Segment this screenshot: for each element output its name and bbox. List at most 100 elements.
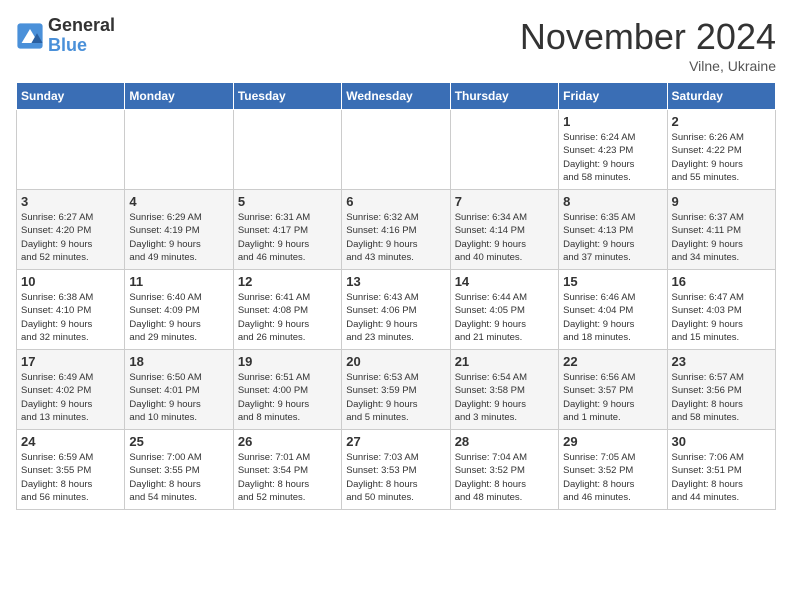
day-number: 11 (129, 274, 228, 289)
calendar-cell: 21 Sunrise: 6:54 AM Sunset: 3:58 PM Dayli… (450, 350, 558, 430)
calendar-cell (342, 110, 450, 190)
calendar-cell: 29 Sunrise: 7:05 AM Sunset: 3:52 PM Dayli… (559, 430, 667, 510)
calendar-week-row: 17 Sunrise: 6:49 AM Sunset: 4:02 PM Dayli… (17, 350, 776, 430)
calendar-cell: 10Sunrise: 6:38 AM Sunset: 4:10 PM Dayli… (17, 270, 125, 350)
day-number: 19 (238, 354, 337, 369)
day-info: Sunrise: 6:40 AM Sunset: 4:09 PM Dayligh… (129, 291, 228, 344)
calendar-cell (233, 110, 341, 190)
location-subtitle: Vilne, Ukraine (520, 58, 776, 74)
day-number: 13 (346, 274, 445, 289)
weekday-header-thursday: Thursday (450, 83, 558, 110)
day-info: Sunrise: 6:47 AM Sunset: 4:03 PM Dayligh… (672, 291, 771, 344)
calendar-week-row: 1Sunrise: 6:24 AM Sunset: 4:23 PM Daylig… (17, 110, 776, 190)
calendar-cell: 18Sunrise: 6:50 AM Sunset: 4:01 PM Dayli… (125, 350, 233, 430)
day-number: 17 (21, 354, 120, 369)
calendar-cell: 15 Sunrise: 6:46 AM Sunset: 4:04 PM Dayli… (559, 270, 667, 350)
calendar-cell: 12Sunrise: 6:41 AM Sunset: 4:08 PM Dayli… (233, 270, 341, 350)
weekday-header-friday: Friday (559, 83, 667, 110)
day-number: 3 (21, 194, 120, 209)
calendar-cell: 1Sunrise: 6:24 AM Sunset: 4:23 PM Daylig… (559, 110, 667, 190)
weekday-header-tuesday: Tuesday (233, 83, 341, 110)
day-number: 29 (563, 434, 662, 449)
day-info: Sunrise: 6:24 AM Sunset: 4:23 PM Dayligh… (563, 131, 662, 184)
day-number: 23 (672, 354, 771, 369)
day-number: 8 (563, 194, 662, 209)
day-info: Sunrise: 6:59 AM Sunset: 3:55 PM Dayligh… (21, 451, 120, 504)
weekday-header-monday: Monday (125, 83, 233, 110)
day-info: Sunrise: 6:31 AM Sunset: 4:17 PM Dayligh… (238, 211, 337, 264)
calendar-week-row: 10Sunrise: 6:38 AM Sunset: 4:10 PM Dayli… (17, 270, 776, 350)
day-info: Sunrise: 7:05 AM Sunset: 3:52 PM Dayligh… (563, 451, 662, 504)
weekday-header-sunday: Sunday (17, 83, 125, 110)
day-info: Sunrise: 6:29 AM Sunset: 4:19 PM Dayligh… (129, 211, 228, 264)
logo-blue: Blue (48, 36, 115, 56)
day-info: Sunrise: 7:06 AM Sunset: 3:51 PM Dayligh… (672, 451, 771, 504)
calendar-cell: 28Sunrise: 7:04 AM Sunset: 3:52 PM Dayli… (450, 430, 558, 510)
calendar-cell: 4Sunrise: 6:29 AM Sunset: 4:19 PM Daylig… (125, 190, 233, 270)
day-number: 26 (238, 434, 337, 449)
day-info: Sunrise: 6:49 AM Sunset: 4:02 PM Dayligh… (21, 371, 120, 424)
calendar-cell (450, 110, 558, 190)
calendar-cell: 7Sunrise: 6:34 AM Sunset: 4:14 PM Daylig… (450, 190, 558, 270)
day-number: 5 (238, 194, 337, 209)
calendar-cell: 8 Sunrise: 6:35 AM Sunset: 4:13 PM Daylig… (559, 190, 667, 270)
day-info: Sunrise: 6:27 AM Sunset: 4:20 PM Dayligh… (21, 211, 120, 264)
calendar-cell: 2Sunrise: 6:26 AM Sunset: 4:22 PM Daylig… (667, 110, 775, 190)
calendar-cell: 11 Sunrise: 6:40 AM Sunset: 4:09 PM Dayli… (125, 270, 233, 350)
calendar-cell: 9Sunrise: 6:37 AM Sunset: 4:11 PM Daylig… (667, 190, 775, 270)
page-header: General Blue November 2024 Vilne, Ukrain… (16, 16, 776, 74)
day-number: 10 (21, 274, 120, 289)
day-number: 15 (563, 274, 662, 289)
day-info: Sunrise: 6:35 AM Sunset: 4:13 PM Dayligh… (563, 211, 662, 264)
day-info: Sunrise: 7:03 AM Sunset: 3:53 PM Dayligh… (346, 451, 445, 504)
calendar-cell: 19 Sunrise: 6:51 AM Sunset: 4:00 PM Dayli… (233, 350, 341, 430)
calendar-cell (17, 110, 125, 190)
day-number: 28 (455, 434, 554, 449)
calendar-cell: 24Sunrise: 6:59 AM Sunset: 3:55 PM Dayli… (17, 430, 125, 510)
calendar-week-row: 3 Sunrise: 6:27 AM Sunset: 4:20 PM Daylig… (17, 190, 776, 270)
day-number: 12 (238, 274, 337, 289)
calendar-cell: 17 Sunrise: 6:49 AM Sunset: 4:02 PM Dayli… (17, 350, 125, 430)
weekday-header-wednesday: Wednesday (342, 83, 450, 110)
calendar-cell: 13 Sunrise: 6:43 AM Sunset: 4:06 PM Dayli… (342, 270, 450, 350)
day-number: 22 (563, 354, 662, 369)
calendar-cell (125, 110, 233, 190)
day-number: 21 (455, 354, 554, 369)
day-info: Sunrise: 6:56 AM Sunset: 3:57 PM Dayligh… (563, 371, 662, 424)
weekday-header-saturday: Saturday (667, 83, 775, 110)
calendar-cell: 22 Sunrise: 6:56 AM Sunset: 3:57 PM Dayli… (559, 350, 667, 430)
calendar-cell: 30 Sunrise: 7:06 AM Sunset: 3:51 PM Dayli… (667, 430, 775, 510)
title-block: November 2024 Vilne, Ukraine (520, 16, 776, 74)
logo-text: General Blue (48, 16, 115, 56)
day-info: Sunrise: 6:57 AM Sunset: 3:56 PM Dayligh… (672, 371, 771, 424)
calendar-cell: 20Sunrise: 6:53 AM Sunset: 3:59 PM Dayli… (342, 350, 450, 430)
day-info: Sunrise: 6:51 AM Sunset: 4:00 PM Dayligh… (238, 371, 337, 424)
day-info: Sunrise: 6:54 AM Sunset: 3:58 PM Dayligh… (455, 371, 554, 424)
day-info: Sunrise: 6:44 AM Sunset: 4:05 PM Dayligh… (455, 291, 554, 344)
day-number: 2 (672, 114, 771, 129)
day-number: 18 (129, 354, 228, 369)
calendar-week-row: 24Sunrise: 6:59 AM Sunset: 3:55 PM Dayli… (17, 430, 776, 510)
logo: General Blue (16, 16, 115, 56)
day-info: Sunrise: 7:00 AM Sunset: 3:55 PM Dayligh… (129, 451, 228, 504)
day-number: 27 (346, 434, 445, 449)
day-number: 25 (129, 434, 228, 449)
logo-general: General (48, 16, 115, 36)
day-number: 7 (455, 194, 554, 209)
calendar-cell: 6Sunrise: 6:32 AM Sunset: 4:16 PM Daylig… (342, 190, 450, 270)
day-info: Sunrise: 6:46 AM Sunset: 4:04 PM Dayligh… (563, 291, 662, 344)
day-info: Sunrise: 6:53 AM Sunset: 3:59 PM Dayligh… (346, 371, 445, 424)
weekday-header-row: SundayMondayTuesdayWednesdayThursdayFrid… (17, 83, 776, 110)
day-number: 14 (455, 274, 554, 289)
calendar-cell: 27 Sunrise: 7:03 AM Sunset: 3:53 PM Dayli… (342, 430, 450, 510)
day-info: Sunrise: 6:43 AM Sunset: 4:06 PM Dayligh… (346, 291, 445, 344)
calendar-cell: 25 Sunrise: 7:00 AM Sunset: 3:55 PM Dayli… (125, 430, 233, 510)
day-number: 6 (346, 194, 445, 209)
calendar-cell: 3 Sunrise: 6:27 AM Sunset: 4:20 PM Daylig… (17, 190, 125, 270)
calendar-cell: 23 Sunrise: 6:57 AM Sunset: 3:56 PM Dayli… (667, 350, 775, 430)
day-number: 30 (672, 434, 771, 449)
calendar-cell: 5 Sunrise: 6:31 AM Sunset: 4:17 PM Daylig… (233, 190, 341, 270)
logo-icon (16, 22, 44, 50)
month-title: November 2024 (520, 16, 776, 58)
calendar-cell: 16Sunrise: 6:47 AM Sunset: 4:03 PM Dayli… (667, 270, 775, 350)
